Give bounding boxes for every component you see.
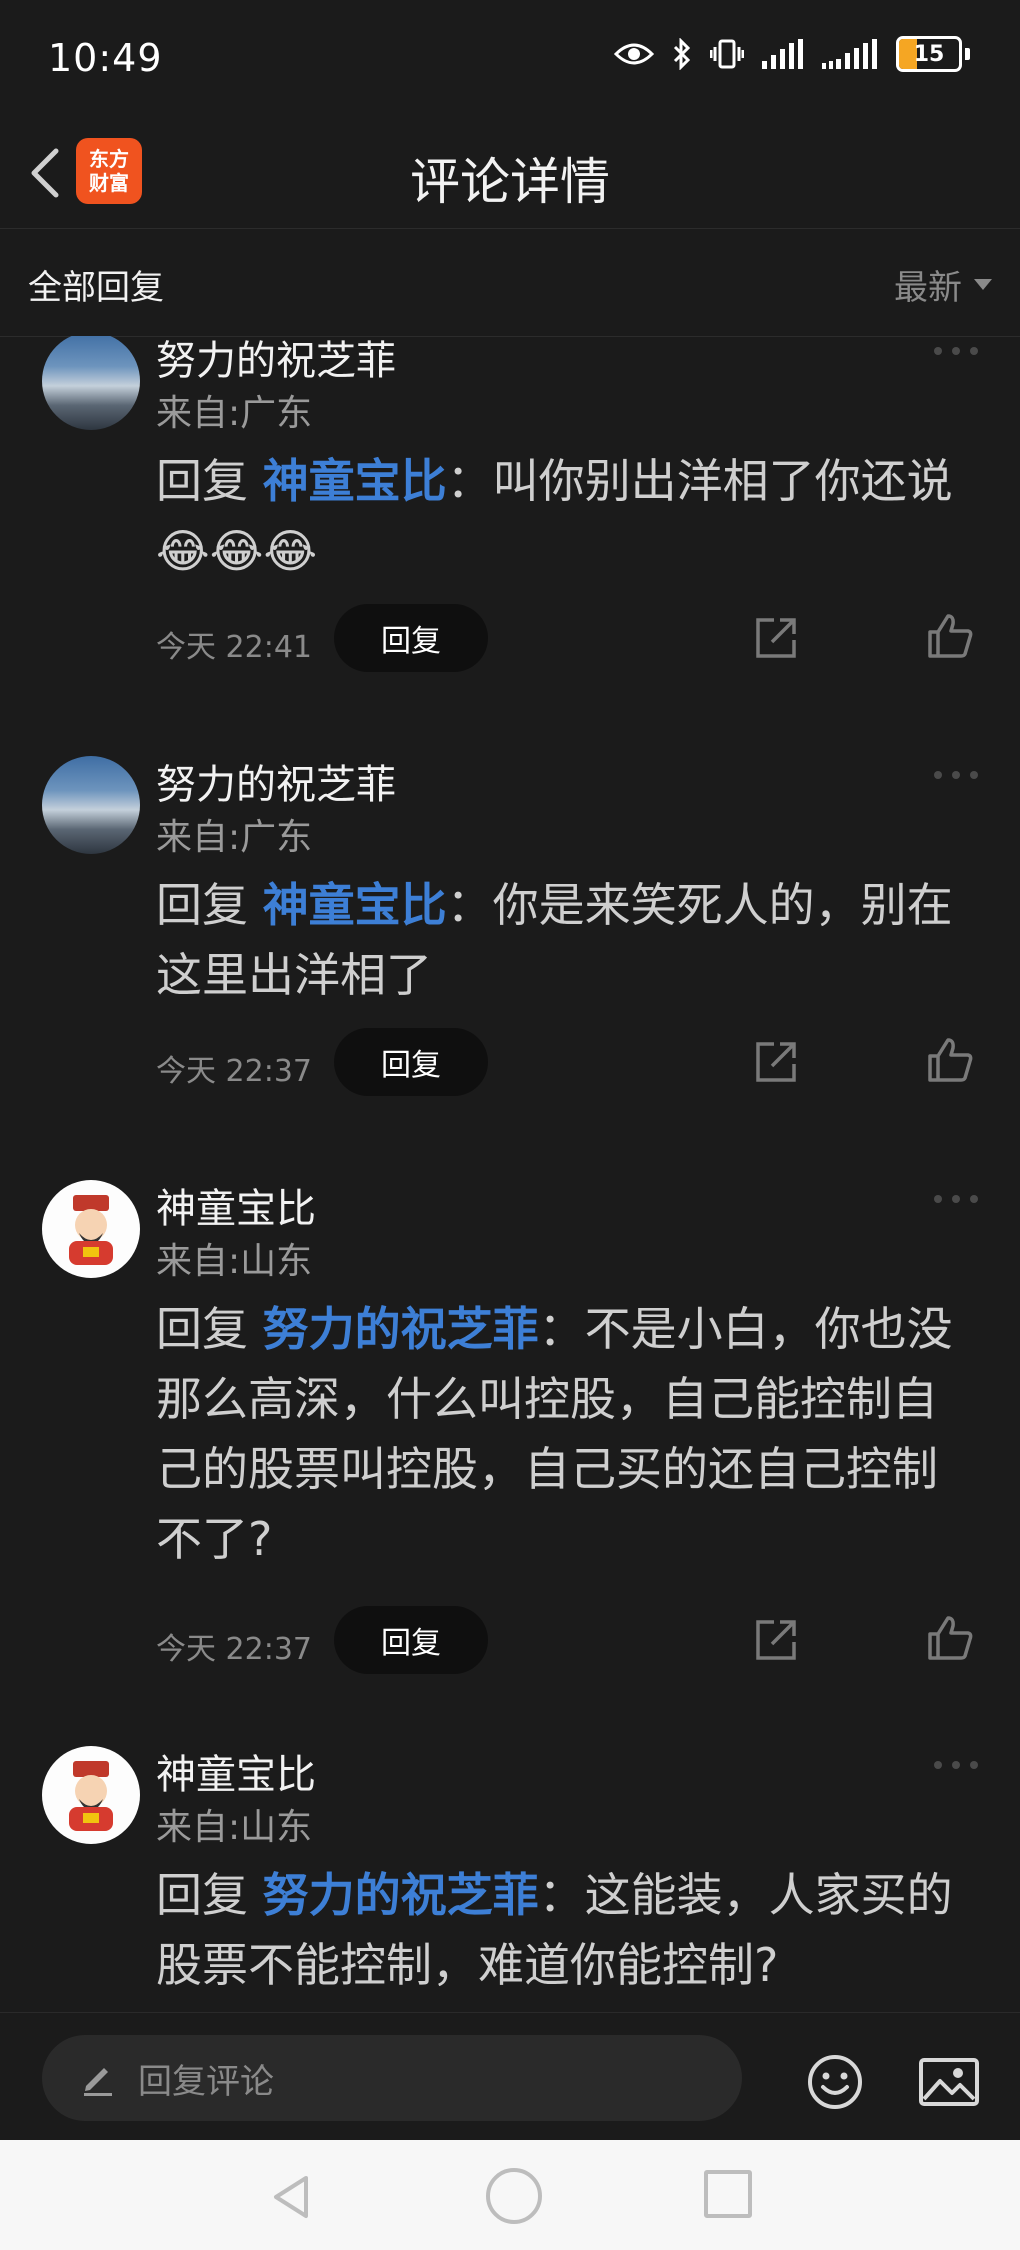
comment-item: 神童宝比 来自:山东 回复 努力的祝芝菲：这能装，人家买的股票不能控制，难道你能…	[0, 1740, 1020, 2012]
battery-indicator: 15	[896, 36, 970, 72]
header: 东方 财富 评论详情	[0, 118, 1020, 229]
reply-prefix: 回复	[156, 454, 263, 508]
avatar[interactable]	[42, 1180, 140, 1278]
comment-username[interactable]: 神童宝比	[156, 1176, 316, 1234]
comment-text: 回复 神童宝比：你是来笑死人的，别在这里出洋相了	[156, 870, 956, 1010]
mention-link[interactable]: 神童宝比	[263, 878, 447, 932]
mention-link[interactable]: 神童宝比	[263, 454, 447, 508]
avatar[interactable]	[42, 336, 140, 430]
reply-button[interactable]: 回复	[334, 1028, 488, 1096]
comment-actions: 今天 22:41 回复	[156, 604, 986, 674]
sort-selected-value: 最新	[894, 268, 962, 308]
comment-time: 今天 22:37	[156, 1632, 312, 1667]
reply-prefix: 回复	[156, 878, 263, 932]
nav-home-icon[interactable]	[486, 2168, 542, 2224]
reply-prefix: 回复	[156, 1302, 263, 1356]
comment-location: 来自:山东	[156, 1807, 313, 1848]
comment-item: 努力的祝芝菲 来自:广东 回复 神童宝比：叫你别出洋相了你还说😂😂😂 今天 22…	[0, 336, 1020, 746]
pencil-icon	[84, 2068, 112, 2096]
battery-level: 15	[913, 41, 945, 67]
share-icon[interactable]	[752, 1038, 800, 1086]
comment-item: 努力的祝芝菲 来自:广东 回复 神童宝比：你是来笑死人的，别在这里出洋相了 今天…	[0, 750, 1020, 1150]
signal-icon-1	[762, 39, 803, 69]
reply-button[interactable]: 回复	[334, 1606, 488, 1674]
comment-text: 回复 神童宝比：叫你别出洋相了你还说😂😂😂	[156, 446, 956, 586]
comment-text: 回复 努力的祝芝菲：不是小白，你也没那么高深，什么叫控股，自己能控制自己的股票叫…	[156, 1294, 956, 1574]
comment-time: 今天 22:41	[156, 630, 312, 665]
reply-prefix: 回复	[156, 1868, 263, 1922]
comment-location: 来自:广东	[156, 393, 313, 434]
share-icon[interactable]	[752, 614, 800, 662]
status-time: 10:49	[48, 36, 163, 80]
comment-username[interactable]: 努力的祝芝菲	[156, 336, 396, 386]
eye-icon	[614, 43, 654, 65]
more-options-button[interactable]	[934, 1758, 978, 1772]
more-options-button[interactable]	[934, 344, 978, 358]
reply-input-placeholder: 回复评论	[138, 2061, 274, 2102]
image-icon[interactable]	[918, 2057, 980, 2107]
more-options-button[interactable]	[934, 1192, 978, 1206]
sort-bar: 全部回复 最新	[0, 230, 1020, 337]
comment-time: 今天 22:37	[156, 1054, 312, 1089]
comment-location: 来自:广东	[156, 817, 313, 858]
mention-link[interactable]: 努力的祝芝菲	[263, 1302, 539, 1356]
avatar[interactable]	[42, 1746, 140, 1844]
bluetooth-icon	[673, 38, 691, 70]
comment-actions: 今天 22:37 回复	[156, 1028, 986, 1098]
fortune-god-avatar-icon	[69, 1761, 113, 1831]
sort-dropdown[interactable]: 最新	[894, 260, 992, 309]
comment-actions: 今天 22:37 回复	[156, 1606, 986, 1676]
vibrate-icon	[710, 39, 744, 69]
comment-location: 来自:山东	[156, 1241, 313, 1282]
thumbs-up-icon[interactable]	[926, 1614, 974, 1662]
caret-down-icon	[974, 279, 992, 290]
mention-link[interactable]: 努力的祝芝菲	[263, 1868, 539, 1922]
status-bar: 10:49 15	[0, 0, 1020, 118]
more-options-button[interactable]	[934, 768, 978, 782]
comment-item: 神童宝比 来自:山东 回复 努力的祝芝菲：不是小白，你也没那么高深，什么叫控股，…	[0, 1174, 1020, 1734]
nav-back-icon[interactable]	[268, 2172, 318, 2222]
thumbs-up-icon[interactable]	[926, 1036, 974, 1084]
reply-input[interactable]: 回复评论	[42, 2035, 742, 2121]
emoji-icon[interactable]	[806, 2053, 864, 2111]
all-replies-label: 全部回复	[28, 268, 164, 308]
comment-username[interactable]: 神童宝比	[156, 1742, 316, 1800]
fortune-god-avatar-icon	[69, 1195, 113, 1265]
comment-text: 回复 努力的祝芝菲：这能装，人家买的股票不能控制，难道你能控制?	[156, 1860, 956, 2000]
page-title: 评论详情	[410, 153, 610, 211]
share-icon[interactable]	[752, 1616, 800, 1664]
avatar[interactable]	[42, 756, 140, 854]
status-icons: 15	[614, 36, 970, 72]
comment-username[interactable]: 努力的祝芝菲	[156, 752, 396, 810]
thumbs-up-icon[interactable]	[926, 612, 974, 660]
comment-list: 努力的祝芝菲 来自:广东 回复 神童宝比：叫你别出洋相了你还说😂😂😂 今天 22…	[0, 336, 1020, 2012]
signal-icon-2	[822, 39, 877, 69]
nav-recent-apps-icon[interactable]	[704, 2170, 752, 2218]
reply-input-bar: 回复评论	[0, 2012, 1020, 2141]
system-nav-bar	[0, 2140, 1020, 2250]
reply-button[interactable]: 回复	[334, 604, 488, 672]
